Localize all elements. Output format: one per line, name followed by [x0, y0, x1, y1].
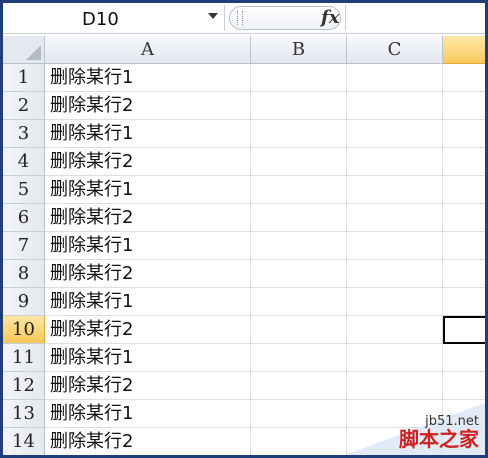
- cell[interactable]: [443, 120, 485, 148]
- cell[interactable]: 删除某行2: [45, 428, 251, 455]
- cell[interactable]: [443, 232, 485, 260]
- cell[interactable]: [347, 120, 443, 148]
- cell[interactable]: [443, 176, 485, 204]
- formula-bar: D10 fx: [3, 3, 485, 34]
- cell[interactable]: [443, 92, 485, 120]
- name-box[interactable]: D10: [3, 5, 225, 31]
- cell[interactable]: [251, 344, 347, 372]
- column-header-3[interactable]: C: [347, 36, 443, 64]
- spreadsheet-window: D10 fx A B C 1 删除某行1 2 删除某行2 3 删除某行1 4 删除某行2 5 删除某行1…: [3, 3, 485, 455]
- cell[interactable]: [251, 120, 347, 148]
- cell[interactable]: [347, 288, 443, 316]
- cell[interactable]: [443, 260, 485, 288]
- row-header[interactable]: 7: [3, 232, 45, 260]
- cell[interactable]: [251, 400, 347, 428]
- row-header[interactable]: 1: [3, 64, 45, 92]
- cell[interactable]: [347, 316, 443, 344]
- grip-icon[interactable]: [237, 11, 243, 25]
- cell[interactable]: [251, 64, 347, 92]
- cell[interactable]: [251, 232, 347, 260]
- formula-input[interactable]: [345, 5, 485, 31]
- column-header-4[interactable]: [443, 36, 485, 64]
- cell[interactable]: [251, 428, 347, 455]
- cell[interactable]: [347, 400, 443, 428]
- column-header-2[interactable]: B: [251, 36, 347, 64]
- cell[interactable]: [347, 428, 443, 455]
- cell[interactable]: 删除某行1: [45, 120, 251, 148]
- cell[interactable]: 删除某行2: [45, 92, 251, 120]
- cell[interactable]: 删除某行1: [45, 232, 251, 260]
- cell[interactable]: [347, 204, 443, 232]
- cell[interactable]: [443, 344, 485, 372]
- cell[interactable]: [443, 288, 485, 316]
- select-all-button[interactable]: [3, 36, 45, 64]
- row-header[interactable]: 5: [3, 176, 45, 204]
- cell[interactable]: [443, 400, 485, 428]
- cell[interactable]: [443, 428, 485, 455]
- cell[interactable]: [347, 148, 443, 176]
- cell[interactable]: [251, 316, 347, 344]
- cell[interactable]: 删除某行1: [45, 176, 251, 204]
- cell[interactable]: [347, 64, 443, 92]
- cell[interactable]: 删除某行2: [45, 372, 251, 400]
- cell[interactable]: [251, 204, 347, 232]
- cell[interactable]: [251, 260, 347, 288]
- cell[interactable]: 删除某行1: [45, 400, 251, 428]
- cell[interactable]: [347, 372, 443, 400]
- cell[interactable]: [347, 232, 443, 260]
- cell[interactable]: [251, 176, 347, 204]
- cell[interactable]: [443, 148, 485, 176]
- cell[interactable]: [251, 372, 347, 400]
- row-header[interactable]: 3: [3, 120, 45, 148]
- cell[interactable]: 删除某行1: [45, 344, 251, 372]
- cell[interactable]: 删除某行2: [45, 260, 251, 288]
- cell[interactable]: 删除某行2: [45, 316, 251, 344]
- row-header[interactable]: 2: [3, 92, 45, 120]
- row-header[interactable]: 13: [3, 400, 45, 428]
- cell[interactable]: 删除某行2: [45, 148, 251, 176]
- column-header-1[interactable]: A: [45, 36, 251, 64]
- active-cell[interactable]: [443, 316, 485, 344]
- cell[interactable]: [347, 176, 443, 204]
- cell[interactable]: [347, 344, 443, 372]
- cell[interactable]: [347, 92, 443, 120]
- row-header[interactable]: 11: [3, 344, 45, 372]
- cell[interactable]: [443, 204, 485, 232]
- row-header[interactable]: 14: [3, 428, 45, 455]
- row-header[interactable]: 4: [3, 148, 45, 176]
- cell[interactable]: [443, 372, 485, 400]
- select-all-icon: [26, 45, 41, 60]
- name-box-value: D10: [82, 9, 119, 30]
- cell[interactable]: [251, 148, 347, 176]
- row-header[interactable]: 12: [3, 372, 45, 400]
- cell[interactable]: [347, 260, 443, 288]
- cell[interactable]: [443, 64, 485, 92]
- insert-function-area[interactable]: fx: [229, 6, 341, 30]
- cell[interactable]: [251, 92, 347, 120]
- row-header[interactable]: 8: [3, 260, 45, 288]
- cell[interactable]: 删除某行1: [45, 288, 251, 316]
- row-header[interactable]: 10: [3, 316, 45, 344]
- row-header[interactable]: 6: [3, 204, 45, 232]
- cell[interactable]: 删除某行1: [45, 64, 251, 92]
- chevron-down-icon[interactable]: [208, 13, 218, 19]
- cell[interactable]: [251, 288, 347, 316]
- row-header[interactable]: 9: [3, 288, 45, 316]
- cell[interactable]: 删除某行2: [45, 204, 251, 232]
- fx-icon[interactable]: fx: [321, 7, 339, 28]
